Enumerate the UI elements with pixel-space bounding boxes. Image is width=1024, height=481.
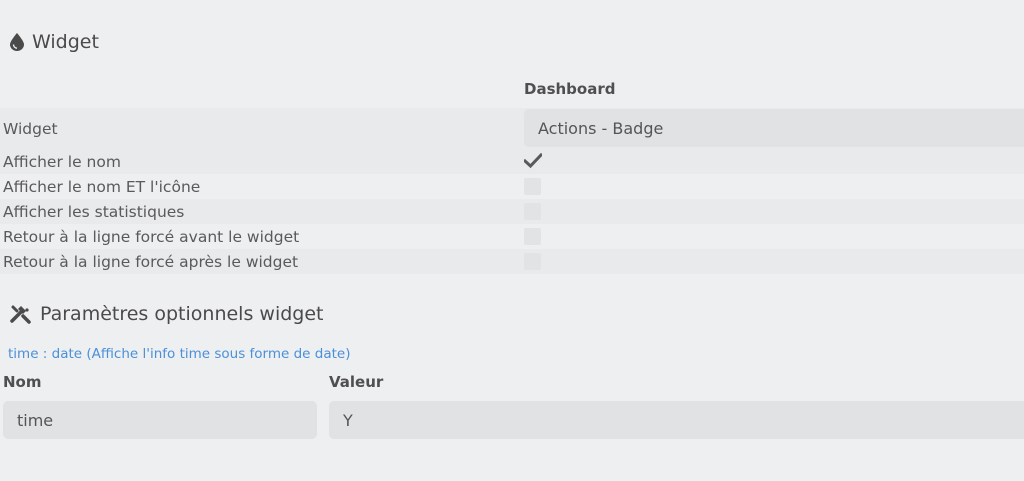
widget-select[interactable]: Actions - Badge (524, 109, 1024, 147)
value-column-label: Valeur (329, 373, 384, 391)
dashboard-column-header: Dashboard (524, 80, 616, 98)
param-name-input[interactable]: time (3, 401, 317, 439)
row-label: Retour à la ligne forcé avant le widget (3, 227, 300, 246)
row-label: Widget (3, 119, 58, 138)
row-label: Afficher le nom (3, 152, 121, 171)
name-column-label: Nom (3, 373, 42, 391)
show-name-and-icon-checkbox[interactable] (524, 178, 541, 195)
checkmark-icon (524, 152, 542, 169)
table-row-break-after: Retour à la ligne forcé après le widget (0, 249, 1024, 274)
table-row-break-before: Retour à la ligne forcé avant le widget (0, 224, 1024, 249)
table-row-show-name: Afficher le nom (0, 149, 1024, 174)
param-value-input[interactable]: Y (329, 401, 1024, 439)
table-row-show-name-and-icon: Afficher le nom ET l'icône (0, 174, 1024, 199)
break-before-checkbox[interactable] (524, 228, 541, 245)
show-name-checkbox[interactable] (524, 152, 542, 169)
table-row-show-stats: Afficher les statistiques (0, 199, 1024, 224)
break-after-checkbox[interactable] (524, 253, 541, 270)
table-row-widget: Widget Actions - Badge (0, 108, 1024, 149)
row-label: Afficher le nom ET l'icône (3, 177, 201, 196)
widget-settings-table: Widget Actions - Badge Afficher le nom A… (0, 108, 1024, 274)
widget-section-title: Widget (10, 28, 99, 56)
param-hint-link[interactable]: time : date (Affiche l'info time sous fo… (8, 346, 350, 362)
params-section-title-text: Paramètres optionnels widget (40, 303, 324, 325)
water-drop-icon (10, 33, 24, 51)
row-label: Afficher les statistiques (3, 202, 185, 221)
show-stats-checkbox[interactable] (524, 203, 541, 220)
row-label: Retour à la ligne forcé après le widget (3, 252, 299, 271)
params-section-title: Paramètres optionnels widget (10, 300, 323, 328)
widget-section-title-text: Widget (32, 31, 99, 53)
tools-icon (10, 304, 32, 324)
